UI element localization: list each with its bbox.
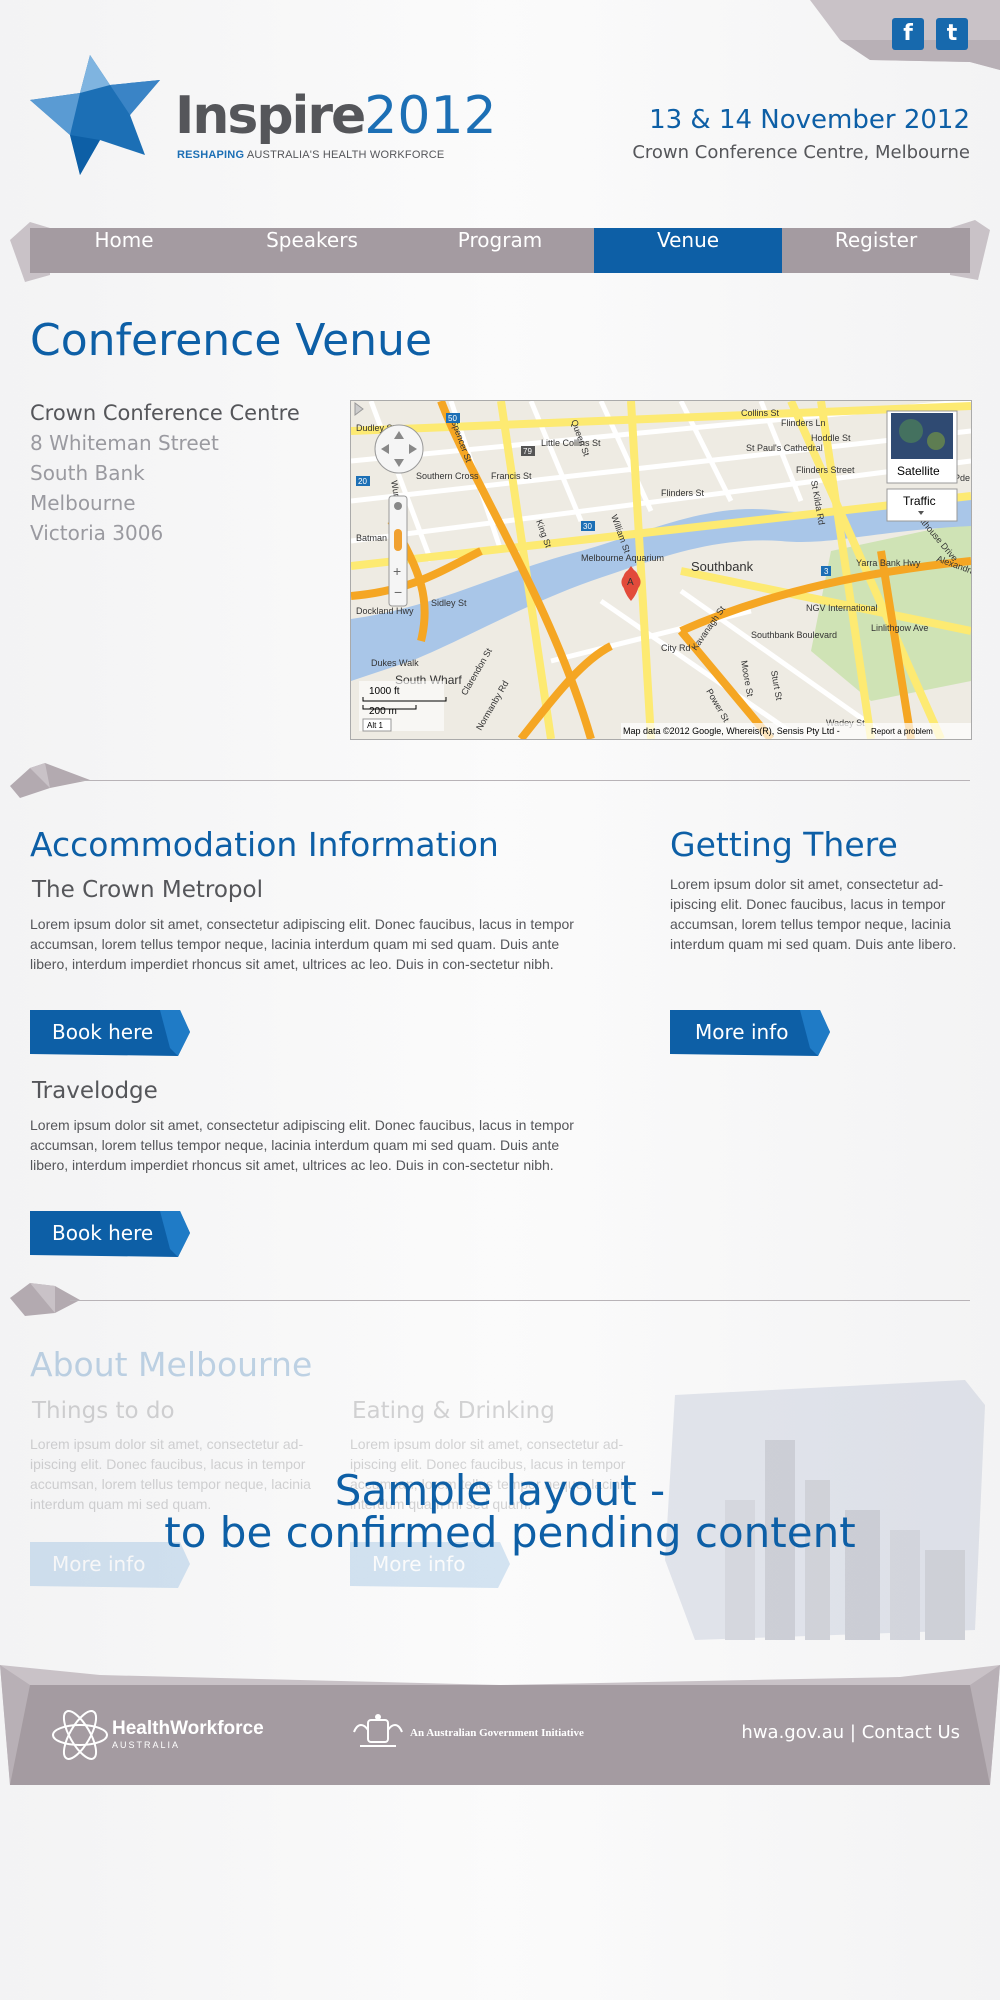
hotel-name: The Crown Metropol (32, 877, 263, 903)
map-scale-m: 200 m (369, 706, 397, 717)
nav-register[interactable]: Register (782, 228, 970, 273)
map-label: Francis St (491, 471, 532, 481)
nav-venue[interactable]: Venue (594, 228, 782, 273)
road-number: 30 (583, 522, 592, 531)
eating-title: Eating & Drinking (352, 1398, 555, 1424)
map-label: NGV International (806, 603, 878, 613)
tagline-bold: RESHAPING (177, 149, 245, 161)
venue-name: Crown Conference Centre (30, 401, 300, 425)
more-info-button[interactable]: More info (670, 1008, 830, 1056)
map-canvas[interactable]: Southbank South Wharf Southern Cross Mel… (351, 401, 971, 739)
map-label: Southbank Boulevard (751, 630, 837, 640)
page-title: Conference Venue (30, 315, 433, 366)
svg-text:+: + (393, 563, 401, 579)
gov-text: An Australian Government Initiative (410, 1727, 584, 1739)
address-line: South Bank (30, 461, 145, 485)
logo-wordmark[interactable]: Inspire2012 (175, 86, 497, 146)
hwa-sub: AUSTRALIA (112, 1740, 181, 1750)
logo-word: Inspire (175, 86, 366, 146)
logo-tagline: RESHAPING AUSTRALIA'S HEALTH WORKFORCE (177, 149, 444, 161)
map-label: Southern Cross (416, 471, 479, 481)
map-label: Melbourne Aquarium (581, 553, 664, 563)
contact-us-link[interactable]: Contact Us (862, 1722, 960, 1743)
divider-shape (10, 1283, 80, 1316)
nav-speakers[interactable]: Speakers (218, 228, 406, 273)
map-label: City Rd (661, 643, 691, 653)
healthworkforce-icon (52, 1710, 108, 1760)
address-line: Melbourne (30, 491, 136, 515)
venue-address: Crown Conference Centre 8 Whiteman Stree… (30, 398, 300, 548)
map-marker-label: A (627, 577, 634, 588)
road-number: 3 (824, 567, 829, 576)
twitter-icon[interactable]: t (936, 18, 968, 50)
link-separator: | (844, 1722, 862, 1743)
about-title: About Melbourne (30, 1345, 313, 1384)
sample-layout-notice: Sample layout - (334, 1466, 666, 1515)
address-line: Victoria 3006 (30, 521, 164, 545)
nav-program[interactable]: Program (406, 228, 594, 273)
map-label: Sidley St (431, 598, 467, 608)
footer-links: hwa.gov.au | Contact Us (741, 1722, 960, 1743)
getting-there-text: Lorem ipsum dolor sit amet, consectetur … (670, 876, 957, 952)
getting-there-title: Getting There (670, 825, 898, 864)
section-divider (70, 1300, 970, 1301)
map-label: Dukes Walk (371, 658, 419, 668)
map-scale-ft: 1000 ft (369, 686, 400, 697)
map-satellite-label: Satellite (897, 464, 940, 478)
book-here-button[interactable]: Book here (30, 1209, 190, 1257)
map-label: Hoddle St (811, 433, 851, 443)
things-title: Things to do (32, 1398, 175, 1424)
main-nav: Home Speakers Program Venue Register (30, 228, 970, 273)
hwa-site-link[interactable]: hwa.gov.au (741, 1722, 844, 1743)
road-number: 20 (358, 477, 367, 486)
coat-of-arms-icon (353, 1714, 403, 1747)
button-label: More info (695, 1020, 789, 1044)
road-number: 50 (448, 414, 457, 423)
road-number: 79 (523, 447, 532, 456)
nav-home[interactable]: Home (30, 228, 218, 273)
book-here-button[interactable]: Book here (30, 1008, 190, 1056)
map-alt-label: Alt 1 (367, 721, 384, 730)
section-divider (80, 780, 970, 781)
map-label: Linlithgow Ave (871, 623, 928, 633)
hotel-description: Lorem ipsum dolor sit amet, consectetur … (30, 916, 574, 972)
sample-layout-notice-sub: to be confirmed pending content (164, 1508, 856, 1557)
venue-map[interactable]: Southbank South Wharf Southern Cross Mel… (350, 400, 972, 740)
hotel-name: Travelodge (32, 1078, 158, 1104)
event-date: 13 & 14 November 2012 (649, 105, 970, 135)
map-label: Yarra Bank Hwy (856, 558, 921, 568)
hotel-description: Lorem ipsum dolor sit amet, consectetur … (30, 1117, 574, 1173)
tagline-rest: AUSTRALIA'S HEALTH WORKFORCE (244, 149, 445, 161)
map-label: Dockland Hwy (356, 606, 414, 616)
svg-text:−: − (394, 584, 402, 600)
map-label: Flinders Street (796, 465, 855, 475)
map-label: Collins St (741, 408, 780, 418)
button-label: More info (52, 1552, 146, 1576)
button-label: Book here (52, 1020, 154, 1044)
address-line: 8 Whiteman Street (30, 431, 219, 455)
map-label: Flinders Ln (781, 418, 826, 428)
map-attribution: Map data ©2012 Google, Whereis(R), Sensi… (623, 726, 840, 736)
map-label: Southbank (691, 559, 754, 574)
logo-year: 2012 (364, 86, 497, 146)
facebook-icon[interactable]: f (892, 18, 924, 50)
map-report-link: Report a problem (871, 727, 933, 736)
accommodation-title: Accommodation Information (30, 825, 499, 864)
divider-shape (10, 763, 90, 798)
event-venue: Crown Conference Centre, Melbourne (632, 142, 970, 163)
map-traffic-label: Traffic (903, 494, 936, 508)
hwa-name: HealthWorkforce (112, 1718, 264, 1739)
map-label: Flinders St (661, 488, 705, 498)
button-label: Book here (52, 1221, 154, 1245)
inspire-logo-icon (30, 55, 160, 175)
map-label: St Paul's Cathedral (746, 443, 823, 453)
map-label: Little Collins St (541, 438, 601, 448)
